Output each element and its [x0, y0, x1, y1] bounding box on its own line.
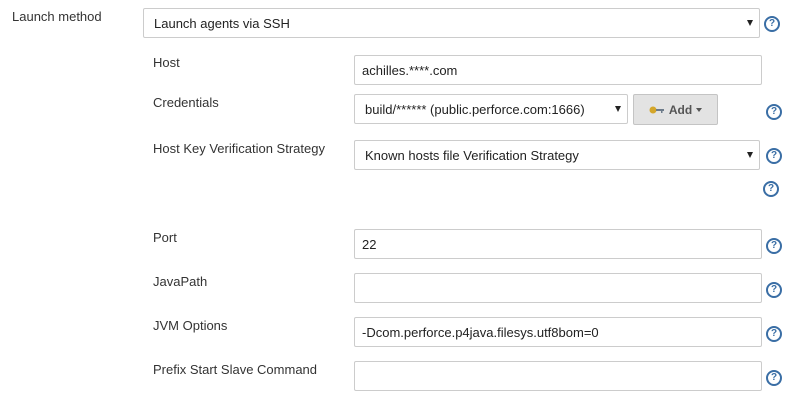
launch-method-label: Launch method [12, 9, 102, 24]
credentials-select[interactable]: build/****** (public.perforce.com:1666) [354, 94, 628, 124]
java-path-input[interactable] [354, 273, 762, 303]
chevron-down-icon [696, 107, 703, 112]
host-value: achilles.****.com [362, 62, 458, 78]
chevron-down-icon [615, 106, 621, 112]
help-icon[interactable]: ? [766, 370, 782, 386]
help-icon[interactable]: ? [763, 181, 779, 197]
host-label: Host [153, 55, 180, 70]
host-key-label: Host Key Verification Strategy [153, 141, 325, 156]
jvm-options-value: -Dcom.perforce.p4java.filesys.utf8bom=0 [362, 324, 599, 340]
host-key-select[interactable]: Known hosts file Verification Strategy [354, 140, 760, 170]
key-icon [649, 106, 664, 113]
jvm-options-input[interactable]: -Dcom.perforce.p4java.filesys.utf8bom=0 [354, 317, 762, 347]
launch-method-value: Launch agents via SSH [154, 15, 290, 31]
host-key-value: Known hosts file Verification Strategy [365, 147, 579, 163]
chevron-down-icon [747, 152, 753, 158]
prefix-start-input[interactable] [354, 361, 762, 391]
help-icon[interactable]: ? [766, 238, 782, 254]
launch-method-select[interactable]: Launch agents via SSH [143, 8, 760, 38]
add-button-label: Add [668, 102, 693, 117]
credentials-value: build/****** (public.perforce.com:1666) [365, 101, 585, 117]
help-icon[interactable]: ? [766, 148, 782, 164]
port-label: Port [153, 230, 177, 245]
host-input[interactable]: achilles.****.com [354, 55, 762, 85]
help-icon[interactable]: ? [764, 16, 780, 32]
prefix-start-label: Prefix Start Slave Command [153, 362, 318, 377]
help-icon[interactable]: ? [766, 104, 782, 120]
credentials-label: Credentials [153, 95, 219, 110]
add-credentials-button[interactable]: Add [633, 94, 718, 125]
chevron-down-icon [747, 20, 753, 26]
port-value: 22 [362, 236, 377, 252]
jvm-options-label: JVM Options [153, 318, 228, 333]
java-path-label: JavaPath [153, 274, 208, 289]
port-input[interactable]: 22 [354, 229, 762, 259]
help-icon[interactable]: ? [766, 282, 782, 298]
help-icon[interactable]: ? [766, 326, 782, 342]
